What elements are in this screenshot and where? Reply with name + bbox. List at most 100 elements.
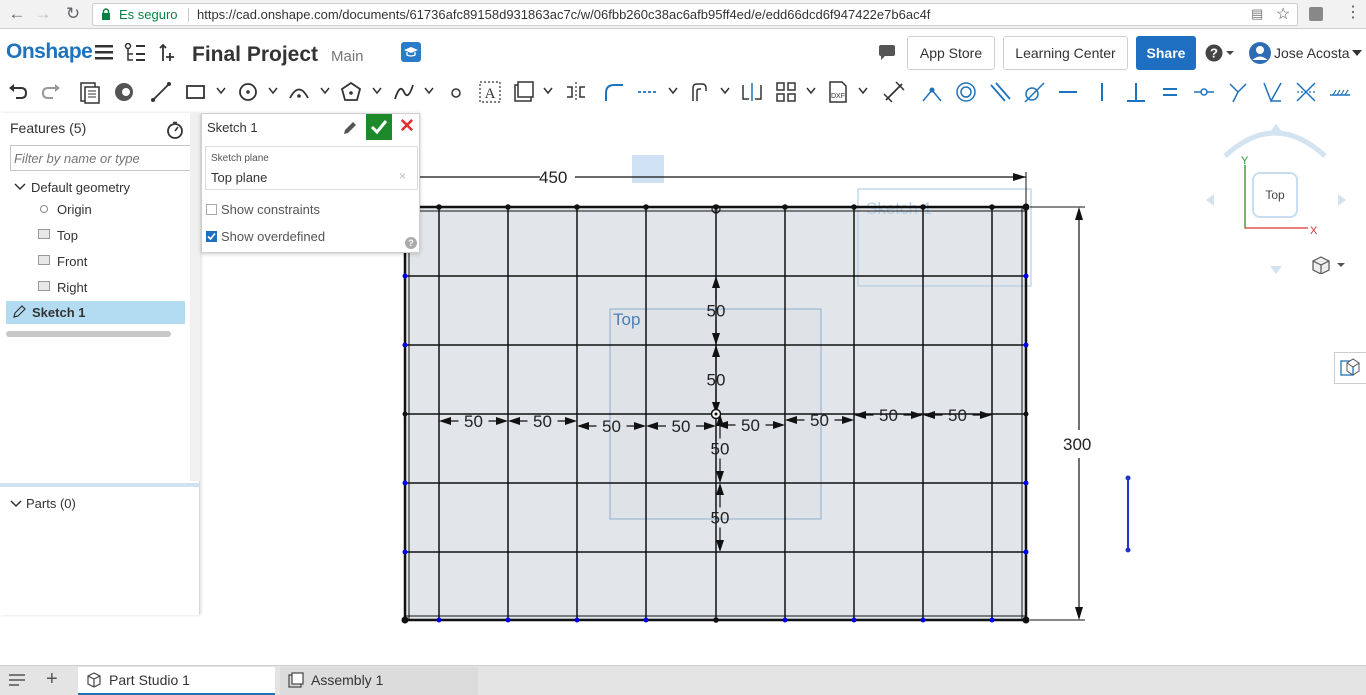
sketch-point[interactable] — [782, 617, 788, 623]
transform-tool-icon[interactable] — [739, 79, 765, 105]
sketch-point[interactable] — [713, 617, 719, 623]
dimension-50-label[interactable]: 50 — [741, 416, 760, 435]
sketch-point[interactable] — [505, 617, 511, 623]
redo-icon[interactable] — [38, 79, 64, 105]
user-menu-chevron-down-icon[interactable] — [1352, 50, 1362, 56]
accept-button[interactable] — [366, 114, 392, 140]
reload-icon[interactable]: ↻ — [62, 4, 84, 24]
sketch-point[interactable] — [402, 273, 408, 279]
cancel-button[interactable]: ✕ — [396, 116, 418, 138]
learning-hat-icon[interactable] — [401, 42, 421, 62]
feature-list-vertical-scrollbar[interactable] — [190, 113, 200, 481]
polygon-tool-icon[interactable] — [338, 79, 364, 105]
show-overdefined-checkbox[interactable] — [206, 231, 217, 242]
polygon-chevron-down-icon[interactable] — [372, 87, 382, 95]
pattern-tool-icon[interactable] — [773, 79, 799, 105]
appearance-panel-icon[interactable] — [1335, 353, 1365, 383]
sketch-point[interactable] — [436, 204, 442, 210]
text-tool-icon[interactable]: A — [477, 79, 503, 105]
show-constraints-checkbox[interactable] — [206, 204, 217, 215]
dimension-50-label[interactable]: 50 — [948, 406, 967, 425]
sketch-point[interactable] — [782, 204, 788, 210]
image-chevron-down-icon[interactable] — [543, 87, 553, 95]
help-icon[interactable]: ? — [405, 237, 417, 249]
default-geometry-label[interactable]: Default geometry — [31, 180, 130, 195]
sketch-point[interactable] — [851, 617, 857, 623]
sketch-point[interactable] — [436, 617, 442, 623]
comments-icon[interactable] — [877, 44, 897, 62]
sketch-point[interactable] — [1023, 411, 1029, 417]
fillet-tool-icon[interactable] — [601, 79, 627, 105]
sketch-point[interactable] — [574, 204, 580, 210]
rectangle-tool-icon[interactable] — [183, 79, 209, 105]
dimension-50-label[interactable]: 50 — [707, 302, 726, 321]
arc-tool-icon[interactable] — [286, 79, 312, 105]
point-tool-icon[interactable] — [443, 79, 469, 105]
parts-label[interactable]: Parts (0) — [26, 496, 76, 511]
sketch-point[interactable] — [402, 480, 408, 486]
view-options-cube-icon[interactable] — [1311, 256, 1347, 274]
symmetric-constraint-icon[interactable] — [1293, 79, 1319, 105]
show-constraints-label[interactable]: Show constraints — [221, 202, 320, 217]
dimension-50-label[interactable]: 50 — [602, 417, 621, 436]
back-arrow-icon[interactable]: ← — [6, 4, 28, 24]
sketch-point[interactable] — [1023, 549, 1029, 555]
right-dock-panel[interactable] — [1334, 352, 1366, 384]
equal-constraint-icon[interactable] — [1157, 79, 1183, 105]
tab-list-icon[interactable] — [8, 673, 26, 687]
insert-icon[interactable] — [157, 43, 177, 63]
pattern-chevron-down-icon[interactable] — [806, 87, 816, 95]
construction-tool-icon[interactable] — [635, 79, 661, 105]
feature-item-front[interactable]: Front — [57, 254, 87, 269]
tab-assembly-1[interactable]: Assembly 1 — [280, 667, 478, 695]
view-cube-right-arrow-icon[interactable] — [1338, 194, 1346, 206]
dimension-50-label[interactable]: 50 — [464, 412, 483, 431]
vertical-constraint-icon[interactable] — [1089, 79, 1115, 105]
sketch-point[interactable] — [1023, 480, 1029, 486]
corner-point[interactable] — [401, 616, 409, 624]
coincident-constraint-icon[interactable] — [919, 79, 945, 105]
pierce-constraint-icon[interactable] — [1259, 79, 1285, 105]
view-cube-orbit-arc[interactable] — [1223, 130, 1327, 158]
bookmark-star-icon[interactable]: ☆ — [1276, 4, 1290, 24]
filter-input[interactable] — [10, 145, 191, 171]
sketch-point[interactable] — [989, 204, 995, 210]
undo-icon[interactable] — [5, 79, 31, 105]
view-cube-up-arrow-icon[interactable] — [1270, 124, 1282, 132]
rename-pencil-icon[interactable] — [342, 120, 358, 136]
circle-tool-icon[interactable] — [235, 79, 261, 105]
circle-chevron-down-icon[interactable] — [268, 87, 278, 95]
help-icon[interactable]: ? — [1205, 44, 1235, 62]
extension-icon[interactable] — [1309, 7, 1323, 21]
dimension-50-label[interactable]: 50 — [810, 411, 829, 430]
show-overdefined-label[interactable]: Show overdefined — [221, 229, 325, 244]
feature-item-right[interactable]: Right — [57, 280, 87, 295]
sketch-point[interactable] — [643, 204, 649, 210]
sketch-plane-field[interactable]: Sketch plane Top plane × — [205, 146, 418, 190]
normal-constraint-icon[interactable] — [1225, 79, 1251, 105]
branch-label[interactable]: Main — [331, 48, 364, 65]
user-name[interactable]: Jose Acosta — [1274, 45, 1350, 61]
avatar[interactable] — [1248, 41, 1272, 65]
sketch-point[interactable] — [574, 617, 580, 623]
construction-line-start[interactable] — [1125, 475, 1131, 481]
construction-chevron-down-icon[interactable] — [668, 87, 678, 95]
onshape-logo[interactable]: Onshape — [6, 40, 93, 64]
document-title[interactable]: Final Project — [192, 43, 318, 67]
sketch-point[interactable] — [989, 617, 995, 623]
feature-item-top[interactable]: Top — [57, 228, 78, 243]
dxf-chevron-down-icon[interactable] — [858, 87, 868, 95]
dimension-tool-icon[interactable] — [881, 79, 907, 105]
height-dimension-label[interactable]: 300 — [1063, 435, 1091, 454]
tab-part-studio-1[interactable]: Part Studio 1 — [78, 667, 275, 695]
sketch-point[interactable] — [920, 617, 926, 623]
hamburger-menu-icon[interactable] — [95, 44, 113, 60]
sketch-point[interactable] — [920, 204, 926, 210]
construction-toggle-active[interactable] — [632, 155, 664, 183]
sketch-point[interactable] — [402, 411, 408, 417]
rectangle-chevron-down-icon[interactable] — [216, 87, 226, 95]
use-icon[interactable] — [111, 79, 137, 105]
app-store-button[interactable]: App Store — [907, 36, 995, 70]
midpoint-constraint-icon[interactable] — [1191, 79, 1217, 105]
view-cube-left-arrow-icon[interactable] — [1206, 194, 1214, 206]
